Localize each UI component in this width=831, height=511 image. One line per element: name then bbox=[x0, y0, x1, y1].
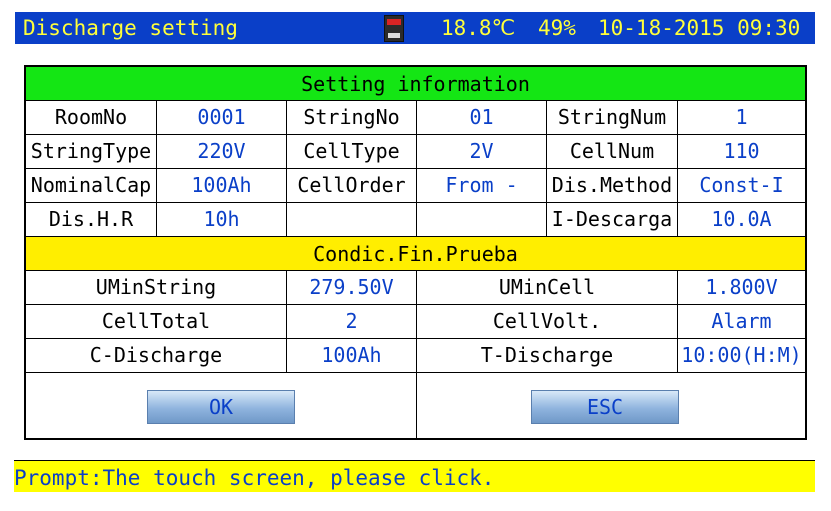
datetime-readout: 10-18-2015 09:30 bbox=[598, 16, 801, 40]
room-no-field[interactable]: 0001 bbox=[157, 101, 287, 135]
cell-order-label: CellOrder bbox=[287, 169, 417, 203]
setting-information-header: Setting information bbox=[26, 67, 805, 101]
page-title: Discharge setting bbox=[23, 16, 238, 40]
nominal-cap-field[interactable]: 100Ah bbox=[157, 169, 287, 203]
cell-volt-label: CellVolt. bbox=[417, 305, 678, 339]
cell-volt-field[interactable]: Alarm bbox=[678, 305, 805, 339]
cell-num-label: CellNum bbox=[547, 135, 678, 169]
prompt-bar: Prompt:The touch screen, please click. bbox=[14, 460, 815, 492]
string-no-label: StringNo bbox=[287, 101, 417, 135]
ok-button[interactable]: OK bbox=[147, 390, 295, 424]
title-bar: Discharge setting 18.8℃ 49% 10-18-2015 0… bbox=[15, 12, 815, 44]
cell-type-field[interactable]: 2V bbox=[417, 135, 547, 169]
i-descarga-label: I-Descarga bbox=[547, 203, 678, 237]
dis-method-field[interactable]: Const-I bbox=[678, 169, 805, 203]
string-type-label: StringType bbox=[26, 135, 157, 169]
esc-button[interactable]: ESC bbox=[531, 390, 679, 424]
string-num-label: StringNum bbox=[547, 101, 678, 135]
string-no-field[interactable]: 01 bbox=[417, 101, 547, 135]
dis-hr-label: Dis.H.R bbox=[26, 203, 157, 237]
umin-cell-field[interactable]: 1.800V bbox=[678, 271, 805, 305]
dis-method-label: Dis.Method bbox=[547, 169, 678, 203]
end-condition-header: Condic.Fin.Prueba bbox=[26, 237, 805, 271]
umin-string-label: UMinString bbox=[26, 271, 287, 305]
cell-num-field[interactable]: 110 bbox=[678, 135, 805, 169]
battery-readout: 49% bbox=[538, 16, 576, 40]
empty-cell bbox=[417, 203, 547, 237]
t-discharge-field[interactable]: 10:00(H:M) bbox=[678, 339, 805, 373]
umin-string-field[interactable]: 279.50V bbox=[287, 271, 417, 305]
cell-order-field[interactable]: From - bbox=[417, 169, 547, 203]
ok-button-cell: OK bbox=[26, 373, 417, 439]
temperature-readout: 18.8℃ bbox=[441, 16, 516, 40]
string-num-field[interactable]: 1 bbox=[678, 101, 805, 135]
umin-cell-label: UMinCell bbox=[417, 271, 678, 305]
dis-hr-field[interactable]: 10h bbox=[157, 203, 287, 237]
room-no-label: RoomNo bbox=[26, 101, 157, 135]
string-type-field[interactable]: 220V bbox=[157, 135, 287, 169]
empty-cell bbox=[287, 203, 417, 237]
cell-total-label: CellTotal bbox=[26, 305, 287, 339]
nominal-cap-label: NominalCap bbox=[26, 169, 157, 203]
settings-panel: Setting information RoomNo 0001 StringNo… bbox=[24, 65, 807, 440]
sd-card-icon bbox=[384, 15, 404, 42]
esc-button-cell: ESC bbox=[417, 373, 805, 439]
cell-type-label: CellType bbox=[287, 135, 417, 169]
c-discharge-field[interactable]: 100Ah bbox=[287, 339, 417, 373]
c-discharge-label: C-Discharge bbox=[26, 339, 287, 373]
i-descarga-field[interactable]: 10.0A bbox=[678, 203, 805, 237]
t-discharge-label: T-Discharge bbox=[417, 339, 678, 373]
cell-total-field[interactable]: 2 bbox=[287, 305, 417, 339]
